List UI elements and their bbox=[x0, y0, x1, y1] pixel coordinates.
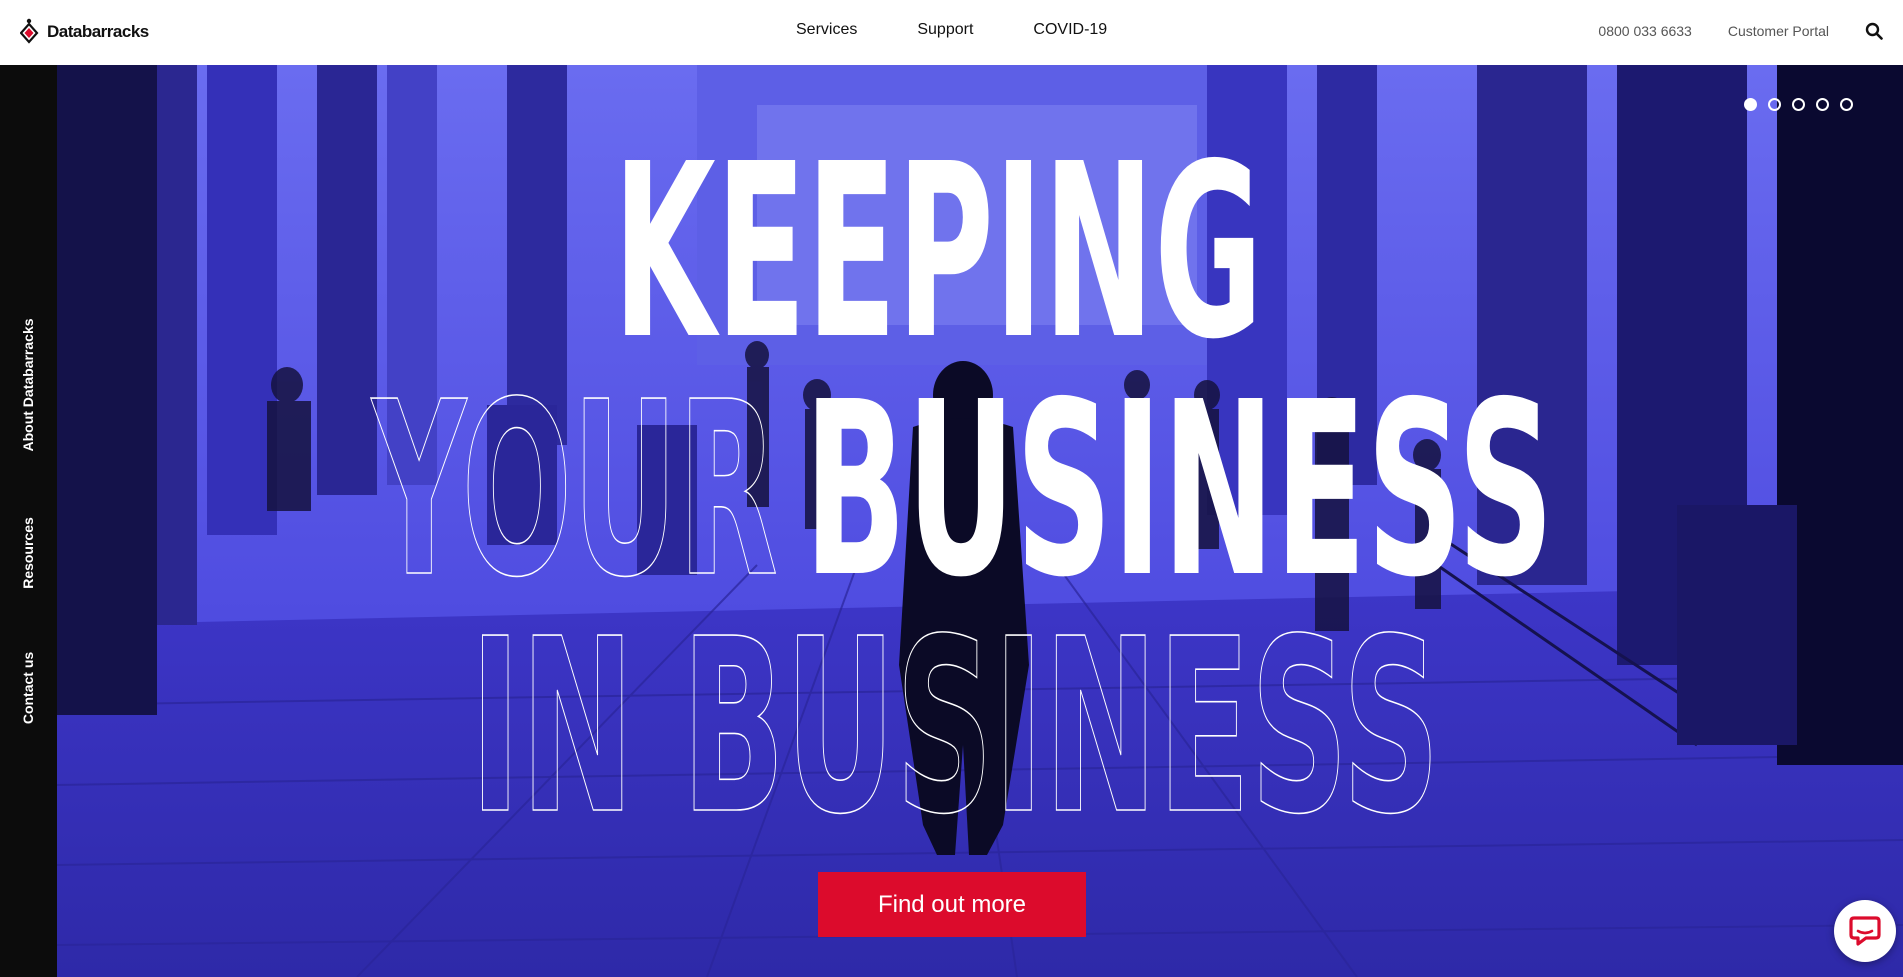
logo-wordmark: Databarracks bbox=[47, 22, 149, 41]
customer-portal-link[interactable]: Customer Portal bbox=[1728, 23, 1829, 39]
slide-dot-1[interactable] bbox=[1744, 98, 1757, 111]
nav-services[interactable]: Services bbox=[796, 21, 857, 39]
side-link-contact[interactable]: Contact us bbox=[20, 652, 36, 724]
search-icon[interactable] bbox=[1865, 22, 1883, 40]
slide-dot-3[interactable] bbox=[1792, 98, 1805, 111]
slide-dot-2[interactable] bbox=[1768, 98, 1781, 111]
hero-banner: KEEPING YOUR BUSINESS IN BUSINESS Find o… bbox=[57, 65, 1903, 977]
slide-dot-4[interactable] bbox=[1816, 98, 1829, 111]
utility-nav: 0800 033 6633 Customer Portal bbox=[1598, 22, 1883, 40]
find-out-more-button[interactable]: Find out more bbox=[818, 872, 1086, 937]
phone-number[interactable]: 0800 033 6633 bbox=[1598, 23, 1691, 39]
logo-mark-icon bbox=[20, 18, 39, 44]
side-link-resources[interactable]: Resources bbox=[20, 517, 36, 589]
live-chat-button[interactable] bbox=[1834, 900, 1896, 962]
databarracks-logo[interactable]: Databarracks bbox=[20, 18, 149, 46]
nav-covid-19[interactable]: COVID-19 bbox=[1033, 21, 1107, 39]
slide-dot-5[interactable] bbox=[1840, 98, 1853, 111]
side-rail: About Databarracks Resources Contact us bbox=[0, 65, 57, 977]
chat-bubble-icon bbox=[1849, 916, 1881, 946]
nav-support[interactable]: Support bbox=[917, 21, 973, 39]
main-nav: Services Support COVID-19 bbox=[796, 21, 1167, 39]
slide-pagination bbox=[1744, 98, 1853, 111]
hero-background-photo bbox=[57, 65, 1903, 977]
site-header: Databarracks Services Support COVID-19 0… bbox=[0, 0, 1903, 65]
side-link-about[interactable]: About Databarracks bbox=[20, 318, 36, 451]
